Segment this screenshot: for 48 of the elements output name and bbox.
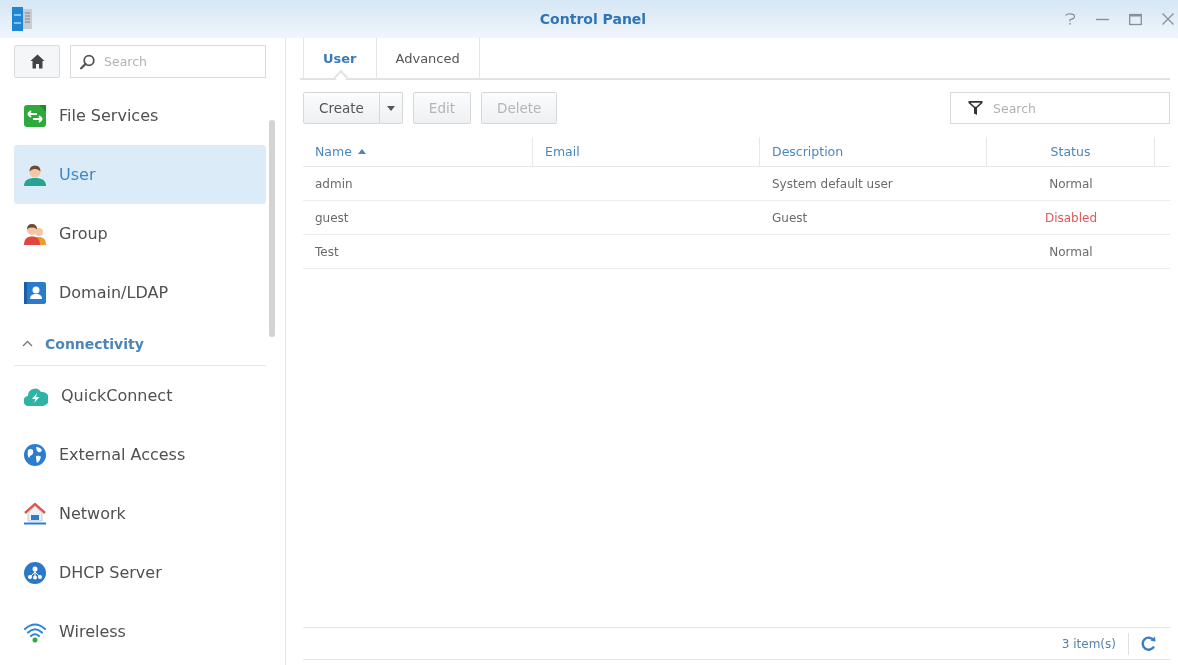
group-icon [24, 222, 46, 245]
sidebar-item[interactable]: QuickConnect [14, 366, 266, 425]
home-icon [29, 54, 45, 69]
window-title: Control Panel [539, 11, 647, 27]
search-icon [80, 54, 95, 69]
column-header[interactable]: Status [1050, 144, 1091, 159]
toolbar-button[interactable]: Create [303, 92, 380, 124]
search-field[interactable]: Search [950, 92, 1170, 124]
scrollbar-thumb[interactable] [269, 120, 275, 337]
file-transfer-icon [24, 104, 46, 127]
status-text: Disabled [1044, 210, 1098, 225]
dropdown-button[interactable] [379, 92, 403, 124]
network-nodes-icon [24, 561, 46, 584]
item-count: 3 item(s) [1061, 636, 1116, 651]
user-icon [24, 163, 46, 186]
table-cell: Test [315, 244, 339, 259]
tab[interactable]: Advanced [376, 38, 480, 78]
filter-icon [968, 100, 983, 116]
table-cell: admin [315, 176, 353, 191]
cloud-icon [24, 385, 48, 406]
globe-icon [24, 443, 46, 466]
column-header[interactable]: Email [545, 144, 580, 159]
refresh-icon[interactable] [1141, 636, 1156, 651]
status-text: Normal [1049, 176, 1093, 191]
sidebar-item[interactable]: Domain/LDAP [14, 263, 266, 322]
app-logo-icon [12, 7, 32, 31]
table-cell: guest [315, 210, 349, 225]
section-toggle[interactable]: Connectivity [14, 322, 266, 366]
sidebar-item[interactable]: External Access [14, 425, 266, 484]
status-text: Normal [1049, 244, 1093, 259]
sort-ascending-icon [357, 149, 366, 154]
house-icon [24, 502, 46, 525]
close-icon[interactable] [1162, 13, 1174, 25]
sidebar-item[interactable]: File Services [14, 86, 266, 145]
contact-card-icon [24, 281, 46, 304]
home-button[interactable] [14, 45, 60, 78]
help-icon[interactable] [1064, 13, 1076, 25]
sidebar-item[interactable]: DHCP Server [14, 543, 266, 602]
sidebar-item[interactable]: Network [14, 484, 266, 543]
table-cell: System default user [772, 176, 893, 191]
table-cell: Guest [772, 210, 808, 225]
column-header[interactable]: Name [315, 144, 366, 159]
caret-down-icon [386, 105, 395, 111]
search-field[interactable]: Search [70, 45, 266, 78]
column-header[interactable]: Description [772, 144, 844, 159]
maximize-icon[interactable] [1129, 12, 1142, 26]
sidebar-item[interactable]: Wireless [14, 602, 266, 661]
sidebar-item[interactable]: Group [14, 204, 266, 263]
